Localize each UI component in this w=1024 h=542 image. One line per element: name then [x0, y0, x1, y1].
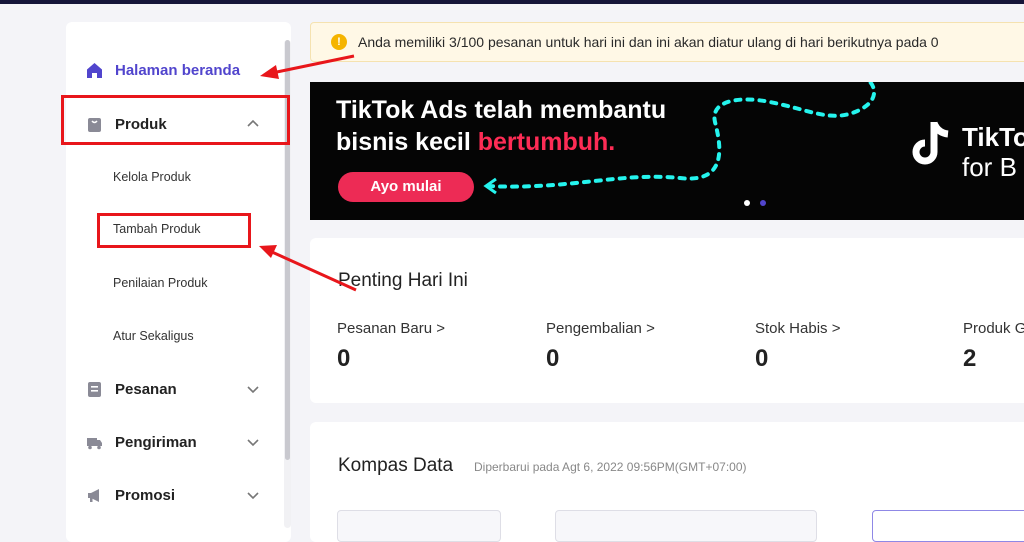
sidebar-item-home[interactable]: Halaman beranda: [86, 58, 240, 82]
notice-text: Anda memiliki 3/100 pesanan untuk hari i…: [358, 34, 939, 50]
metric-stok-habis-value: 0: [755, 345, 769, 372]
annotation-box-tambah-produk: [97, 213, 251, 248]
metric-pengembalian-link[interactable]: Pengembalian >: [546, 320, 655, 337]
chevron-down-icon[interactable]: [246, 488, 260, 502]
truck-icon: [86, 434, 103, 451]
metric-produk-value: 2: [963, 345, 977, 372]
metric-produk-link[interactable]: Produk G: [963, 320, 1024, 337]
sidebar-item-label: Halaman beranda: [115, 61, 241, 79]
sidebar-item-label: Pengiriman: [115, 433, 197, 451]
home-icon: [86, 62, 103, 79]
tiktok-ads-banner[interactable]: TikTok Ads telah membantu bisnis kecil b…: [310, 82, 1024, 220]
kompas-title: Kompas Data: [338, 455, 454, 476]
annotation-box-produk: [61, 95, 290, 145]
banner-headline-line1: TikTok Ads telah membantu: [336, 96, 667, 124]
sidebar-item-pengiriman[interactable]: Pengiriman: [86, 430, 197, 454]
chevron-down-icon[interactable]: [246, 382, 260, 396]
penting-title: Penting Hari Ini: [338, 270, 468, 291]
warning-icon: !: [331, 34, 347, 50]
kompas-metric-tile[interactable]: [555, 510, 817, 542]
tiktok-brand-subtext: for B: [962, 152, 1017, 182]
sidebar-item-pesanan[interactable]: Pesanan: [86, 377, 177, 401]
ayo-mulai-button[interactable]: Ayo mulai: [338, 172, 474, 202]
carousel-dot-2[interactable]: [760, 200, 766, 206]
top-bar: [0, 0, 1024, 4]
tiktok-logo-icon: [912, 121, 949, 165]
metric-pesanan-baru-link[interactable]: Pesanan Baru >: [337, 320, 445, 337]
order-limit-notice: ! Anda memiliki 3/100 pesanan untuk hari…: [310, 22, 1024, 62]
metric-pengembalian-value: 0: [546, 345, 560, 372]
kompas-updated-timestamp: Diperbarui pada Agt 6, 2022 09:56PM(GMT+…: [474, 460, 747, 474]
kompas-metric-tile-selected[interactable]: [872, 510, 1024, 542]
banner-headline-line2: bisnis kecil bertumbuh.: [336, 128, 616, 156]
kompas-metric-tile[interactable]: [337, 510, 501, 542]
sidebar-item-label: Pesanan: [115, 380, 177, 398]
document-icon: [86, 381, 103, 398]
megaphone-icon: [86, 487, 103, 504]
tiktok-brand-text: TikTo: [962, 122, 1024, 152]
sidebar-subitem-kelola-produk[interactable]: Kelola Produk: [113, 170, 191, 184]
sidebar-item-promosi[interactable]: Promosi: [86, 483, 175, 507]
sidebar-item-label: Promosi: [115, 486, 176, 504]
sidebar-subitem-atur-sekaligus[interactable]: Atur Sekaligus: [113, 329, 194, 343]
sidebar-subitem-penilaian-produk[interactable]: Penilaian Produk: [113, 276, 208, 290]
metric-pesanan-baru-value: 0: [337, 345, 351, 372]
carousel-dot-1[interactable]: [744, 200, 750, 206]
metric-stok-habis-link[interactable]: Stok Habis >: [755, 320, 840, 337]
chevron-down-icon[interactable]: [246, 435, 260, 449]
